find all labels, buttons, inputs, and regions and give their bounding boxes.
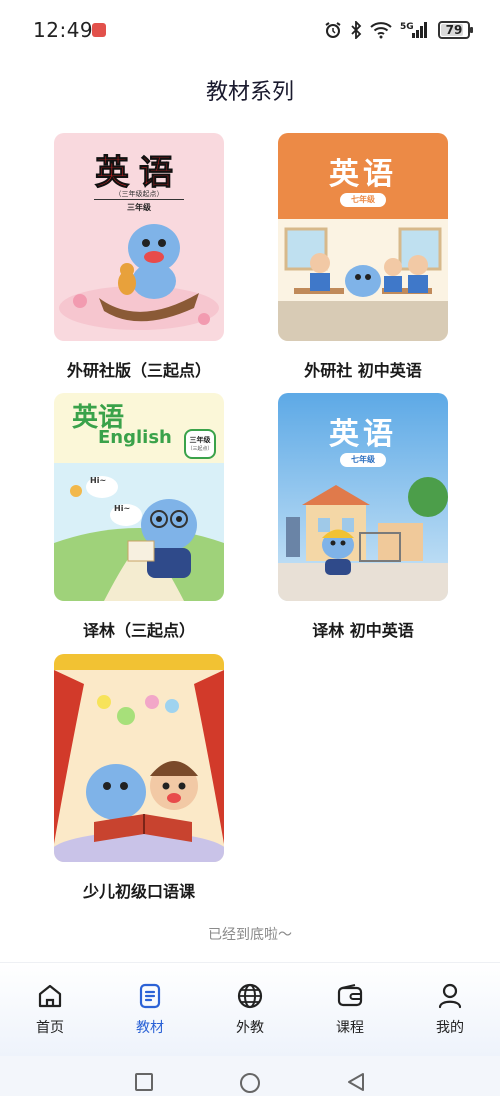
cover-grade: 七年级 xyxy=(340,193,386,207)
svg-text:5G: 5G xyxy=(400,22,414,32)
book-card-yilin-primary[interactable]: 英语 English 三年级 （三起点） Hi~ Hi~ 译林（三起点） xyxy=(54,393,224,641)
cover-english: English xyxy=(98,427,172,448)
nav-label: 外教 xyxy=(236,1020,264,1036)
cover-grade-badge: 三年级 （三起点） xyxy=(184,429,216,459)
book-cover: 英语 （三年级起点） 三年级 xyxy=(54,133,224,341)
book-name: 外研社 初中英语 xyxy=(304,361,422,380)
nav-item-foreign-teacher[interactable]: 外教 xyxy=(200,963,300,1056)
cover-title: 英语 xyxy=(329,417,397,452)
cover-grade: 三年级 xyxy=(189,436,211,444)
recent-apps-icon[interactable] xyxy=(134,1072,154,1092)
book-cover: 英语 七年级 xyxy=(278,133,448,341)
alarm-icon xyxy=(325,22,341,38)
page-title: 教材系列 xyxy=(205,80,294,105)
book-name: 译林 初中英语 xyxy=(312,621,414,640)
nav-item-textbook[interactable]: 教材 xyxy=(100,963,200,1056)
globe-icon xyxy=(237,983,263,1009)
bottom-nav: 首页 教材 外教 课程 我的 xyxy=(0,962,500,1056)
nav-item-course[interactable]: 课程 xyxy=(300,963,400,1056)
wallet-icon xyxy=(337,984,363,1007)
cover-title: 英语 xyxy=(329,157,397,192)
cover-bubble: Hi~ xyxy=(114,504,131,513)
user-icon xyxy=(438,983,462,1009)
system-nav-bar xyxy=(0,1056,500,1096)
cover-title: 英语 xyxy=(95,153,183,194)
nav-label: 我的 xyxy=(436,1020,464,1036)
nav-label: 课程 xyxy=(336,1020,364,1036)
book-card-waiyan-junior[interactable]: 英语 七年级 外研社 初中英语 xyxy=(278,133,448,381)
bluetooth-icon xyxy=(351,21,362,39)
book-card-yilin-junior[interactable]: 英语 七年级 译林 初中英语 xyxy=(278,393,448,641)
book-icon xyxy=(139,983,161,1009)
book-card-waiyan-primary[interactable]: 英语 （三年级起点） 三年级 外研社版（三起点） xyxy=(54,133,224,381)
battery-icon: 79 xyxy=(438,21,473,39)
nav-label: 首页 xyxy=(36,1020,64,1036)
nav-label: 教材 xyxy=(136,1020,164,1036)
book-name: 外研社版（三起点） xyxy=(66,361,211,380)
cover-grade-sub: （三起点） xyxy=(187,446,213,452)
status-bar: 12:49 5G 79 xyxy=(0,0,500,60)
status-time: 12:49 xyxy=(33,18,94,42)
cover-illustration xyxy=(54,654,224,862)
back-icon[interactable] xyxy=(346,1072,366,1092)
nav-item-home[interactable]: 首页 xyxy=(0,963,100,1056)
book-cover xyxy=(54,654,224,862)
book-name: 少儿初级口语课 xyxy=(82,882,195,901)
book-name: 译林（三起点） xyxy=(82,621,195,640)
notification-app-icon xyxy=(92,23,106,37)
book-cover: 英语 English 三年级 （三起点） Hi~ Hi~ xyxy=(54,393,224,601)
cover-bubble: Hi~ xyxy=(90,476,107,485)
end-of-list-text: 已经到底啦～ xyxy=(208,927,292,943)
cover-subtitle: （三年级起点） xyxy=(114,190,164,198)
battery-level: 79 xyxy=(445,23,463,37)
book-card-kids-speaking[interactable]: 少儿初级口语课 xyxy=(54,654,224,902)
home-button-icon[interactable] xyxy=(239,1072,261,1094)
status-icons: 5G 79 xyxy=(324,20,473,40)
book-cover: 英语 七年级 xyxy=(278,393,448,601)
signal-5g-icon: 5G xyxy=(400,22,427,38)
cover-grade: 七年级 xyxy=(340,453,386,467)
home-icon xyxy=(38,984,62,1008)
wifi-icon xyxy=(370,22,392,39)
nav-item-mine[interactable]: 我的 xyxy=(400,963,500,1056)
cover-grade: 三年级 xyxy=(94,199,184,213)
